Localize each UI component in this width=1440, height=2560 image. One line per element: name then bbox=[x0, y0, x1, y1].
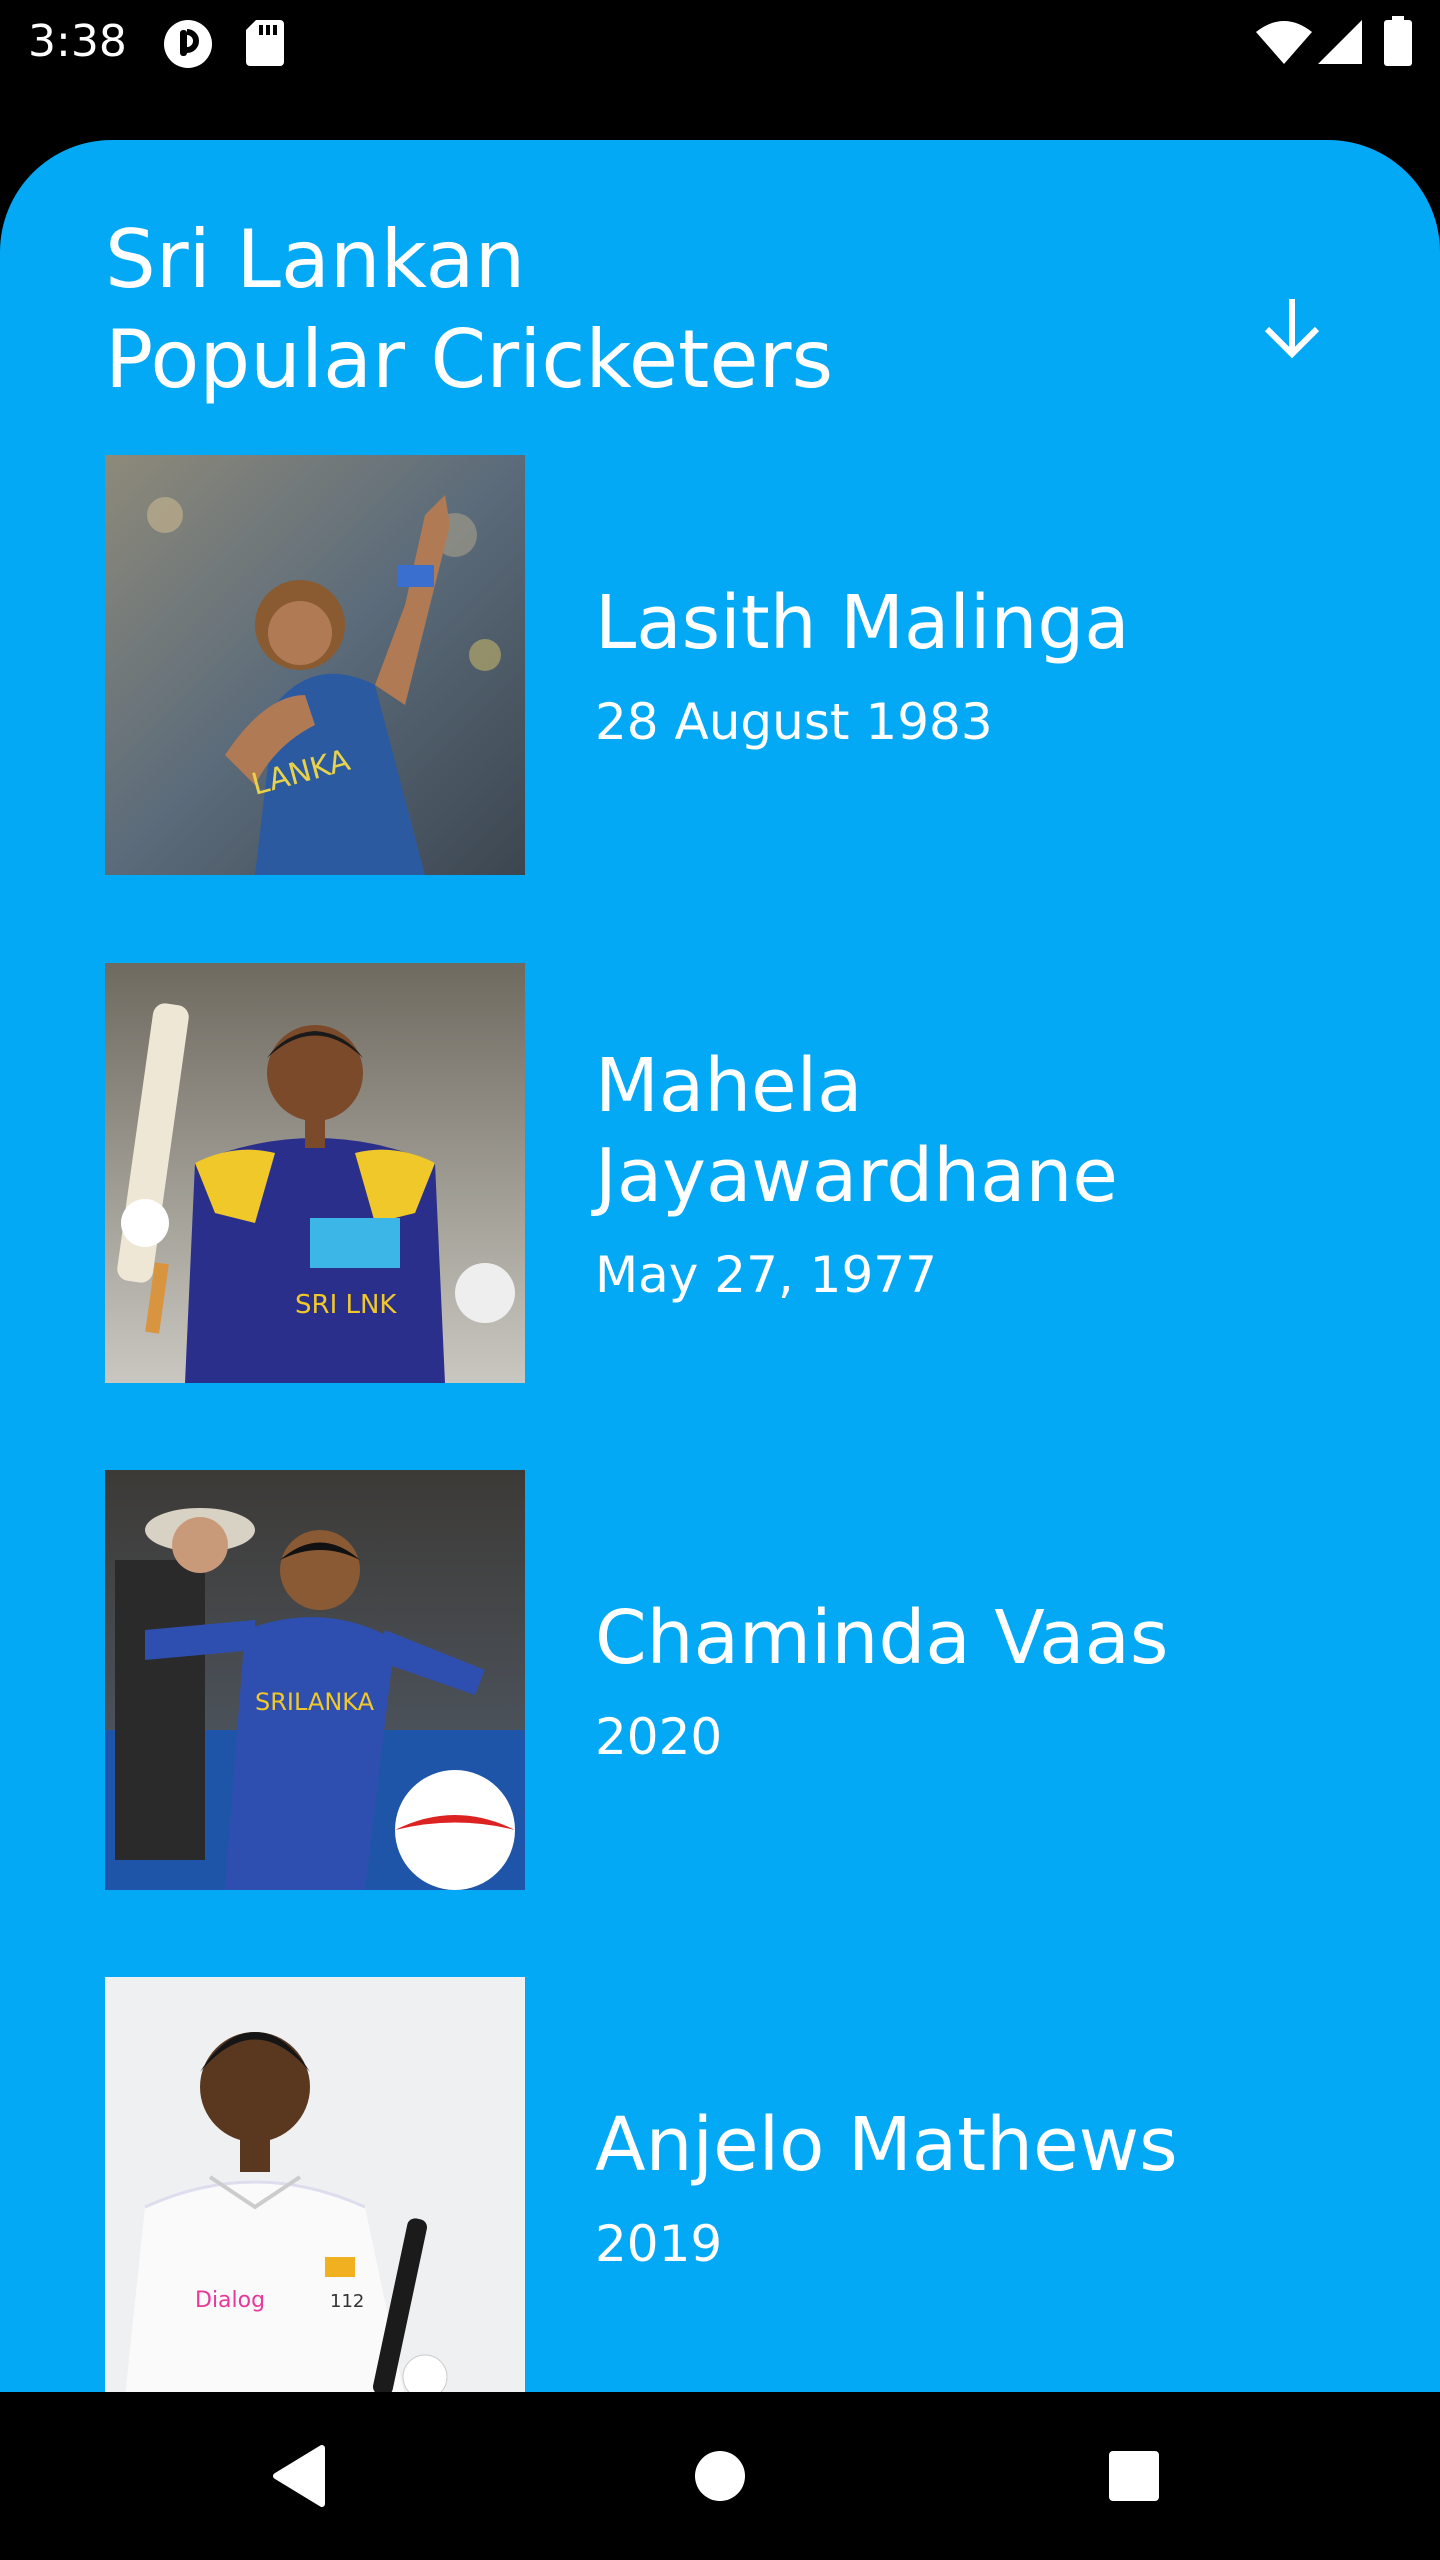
signal-icon bbox=[1318, 20, 1362, 68]
notification-circle-icon bbox=[162, 18, 214, 74]
player-info: Lasith Malinga 28 August 1983 bbox=[595, 455, 1335, 875]
player-info: Anjelo Mathews 2019 bbox=[595, 1977, 1335, 2392]
player-photo-lasith-malinga: LANKA bbox=[105, 455, 525, 875]
player-card-mahela-jayawardhane[interactable]: SRI LNK Mahela Jayawardhane May 27, 1977 bbox=[105, 963, 1355, 1383]
sd-card-icon bbox=[246, 20, 284, 70]
player-info: Chaminda Vaas 2020 bbox=[595, 1470, 1335, 1890]
player-card-anjelo-mathews[interactable]: Dialog 112 Anjelo Mathews 2019 bbox=[105, 1977, 1355, 2392]
navigation-bar bbox=[0, 2392, 1440, 2560]
arrow-down-icon bbox=[1264, 299, 1320, 359]
player-name: Lasith Malinga bbox=[595, 580, 1130, 666]
back-triangle-icon bbox=[273, 2445, 325, 2507]
svg-text:Dialog: Dialog bbox=[195, 2288, 265, 2313]
page-title: Sri Lankan Popular Cricketers bbox=[105, 210, 1005, 410]
status-bar: 3:38 bbox=[0, 0, 1440, 84]
battery-icon bbox=[1384, 16, 1412, 70]
home-circle-icon bbox=[695, 2451, 745, 2501]
player-name: Chaminda Vaas bbox=[595, 1595, 1169, 1681]
back-button[interactable] bbox=[200, 2392, 400, 2560]
player-date: 28 August 1983 bbox=[595, 693, 993, 751]
svg-text:SRILANKA: SRILANKA bbox=[255, 1688, 375, 1716]
svg-text:112: 112 bbox=[330, 2291, 364, 2312]
player-card-chaminda-vaas[interactable]: SRILANKA Chaminda Vaas 2020 bbox=[105, 1470, 1355, 1890]
wifi-icon bbox=[1256, 20, 1312, 68]
player-date: 2019 bbox=[595, 2215, 723, 2273]
home-button[interactable] bbox=[620, 2392, 820, 2560]
recents-button[interactable] bbox=[1034, 2392, 1234, 2560]
player-info: Mahela Jayawardhane May 27, 1977 bbox=[595, 963, 1335, 1383]
player-name: Mahela Jayawardhane bbox=[595, 1043, 1118, 1219]
status-time: 3:38 bbox=[28, 16, 127, 67]
page-title-line2: Popular Cricketers bbox=[105, 313, 834, 406]
sort-button[interactable] bbox=[1232, 268, 1352, 388]
cricketers-sheet: Sri Lankan Popular Cricketers LANKA Lasi… bbox=[0, 140, 1440, 2392]
player-date: May 27, 1977 bbox=[595, 1246, 937, 1304]
recents-square-icon bbox=[1109, 2451, 1159, 2501]
player-name: Anjelo Mathews bbox=[595, 2102, 1178, 2188]
player-card-lasith-malinga[interactable]: LANKA Lasith Malinga 28 August 1983 bbox=[105, 455, 1355, 875]
player-photo-anjelo-mathews: Dialog 112 bbox=[105, 1977, 525, 2392]
player-photo-mahela-jayawardhane: SRI LNK bbox=[105, 963, 525, 1383]
player-photo-chaminda-vaas: SRILANKA bbox=[105, 1470, 525, 1890]
player-date: 2020 bbox=[595, 1708, 723, 1766]
svg-text:SRI LNK: SRI LNK bbox=[295, 1290, 397, 1320]
page-title-line1: Sri Lankan bbox=[105, 213, 526, 306]
